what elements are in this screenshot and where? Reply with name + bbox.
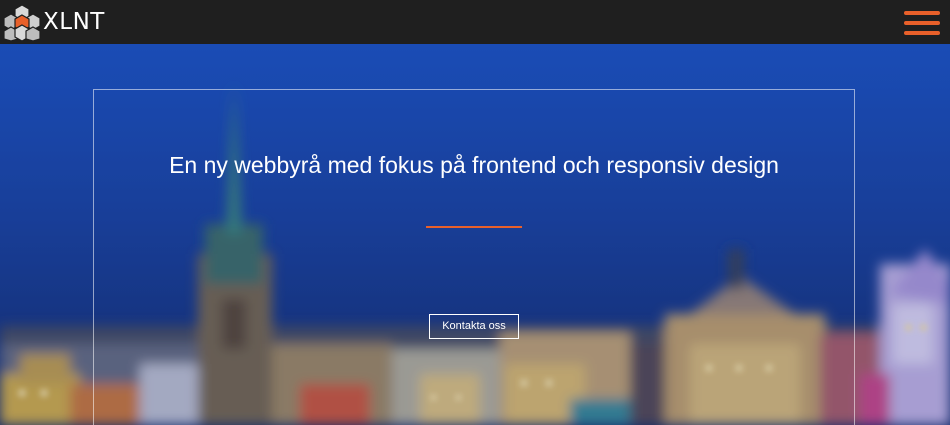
hero-section: En ny webbyrå med fokus på frontend och … xyxy=(0,44,950,425)
hero-divider xyxy=(426,226,522,228)
site-logo[interactable]: XLNT xyxy=(2,3,105,41)
top-navbar: XLNT xyxy=(0,0,950,44)
hexagon-cluster-logo-icon xyxy=(3,4,41,41)
menu-bar-middle xyxy=(904,21,940,25)
hero-content-frame: En ny webbyrå med fokus på frontend och … xyxy=(93,89,855,425)
contact-button[interactable]: Kontakta oss xyxy=(429,314,519,339)
menu-bar-bottom xyxy=(904,31,940,35)
logo-text: XLNT xyxy=(43,9,105,35)
hamburger-menu-icon[interactable] xyxy=(904,11,940,35)
hero-heading: En ny webbyrå med fokus på frontend och … xyxy=(169,152,779,178)
menu-bar-top xyxy=(904,11,940,15)
